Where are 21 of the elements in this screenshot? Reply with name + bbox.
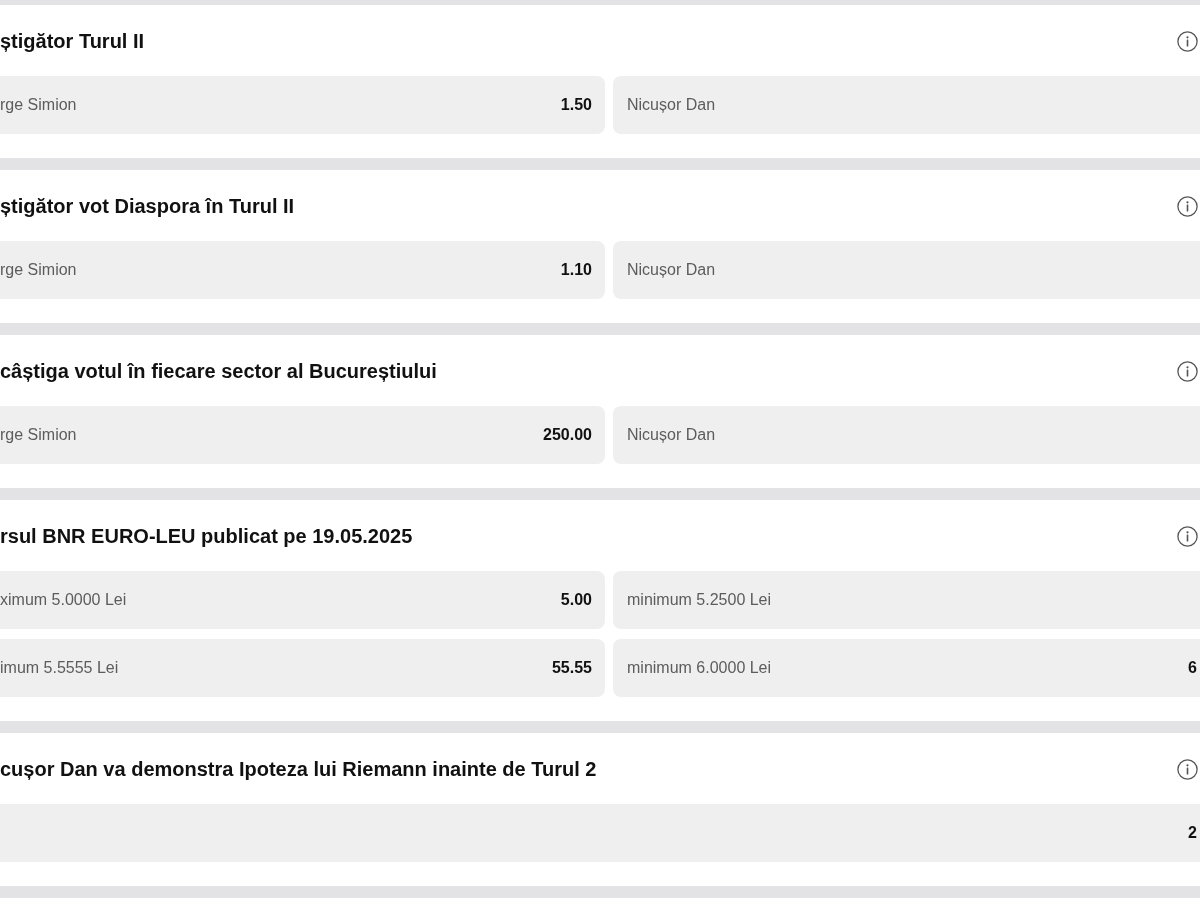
info-icon[interactable] — [1177, 30, 1198, 52]
odds-button[interactable]: Nicușor Dan — [613, 241, 1200, 299]
info-icon[interactable] — [1177, 525, 1198, 547]
odds-button[interactable]: rge Simion 250.00 — [0, 406, 605, 464]
market-title: rsul BNR EURO-LEU publicat pe 19.05.2025 — [0, 524, 413, 548]
info-icon[interactable] — [1177, 758, 1198, 780]
odds-button[interactable]: ximum 5.0000 Lei 5.00 — [0, 571, 605, 629]
odds-button[interactable]: minimum 6.0000 Lei 6 — [613, 639, 1200, 697]
odds-button[interactable]: rge Simion 1.10 — [0, 241, 605, 299]
odds-button[interactable]: 2 — [0, 804, 1200, 862]
odds-button[interactable]: minimum 5.2500 Lei — [613, 571, 1200, 629]
info-icon[interactable] — [1177, 195, 1198, 217]
odds-button[interactable]: rge Simion 1.50 — [0, 76, 605, 134]
market-title: cușor Dan va demonstra Ipoteza lui Riemann inainte de Turul 2 — [0, 757, 597, 781]
odds-button[interactable]: imum 5.5555 Lei 55.55 — [0, 639, 605, 697]
odds-button[interactable]: Nicușor Dan — [613, 406, 1200, 464]
info-icon[interactable] — [1177, 360, 1198, 382]
market-title: știgător vot Diaspora în Turul II — [0, 194, 295, 218]
market-title: știgător Turul II — [0, 29, 145, 53]
odds-button[interactable]: Nicușor Dan — [613, 76, 1200, 134]
market-title: câștiga votul în fiecare sector al Bucureștiului — [0, 359, 437, 383]
